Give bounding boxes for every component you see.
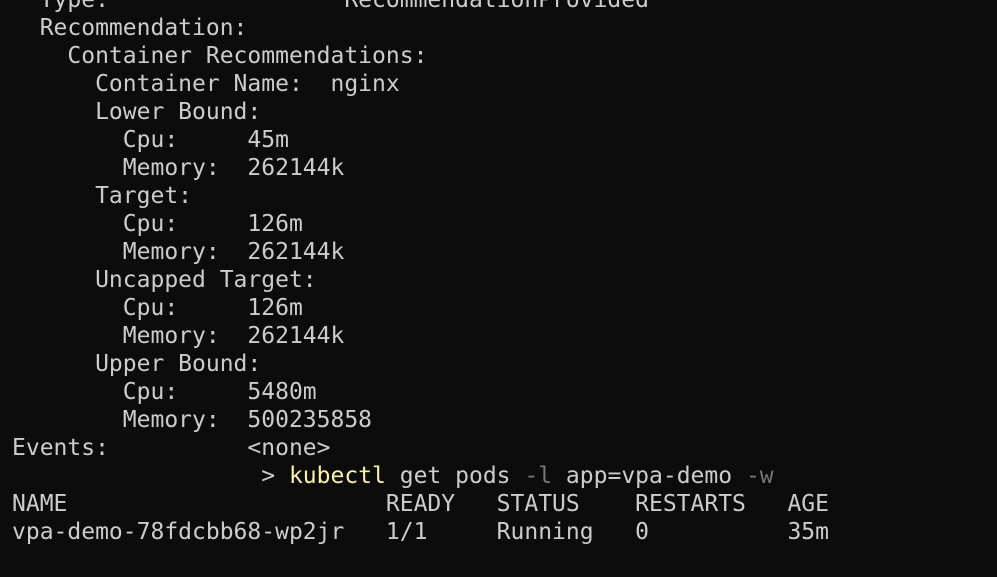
command-flag-l: -l [524, 463, 553, 489]
output-line-recommendation: Recommendation: [12, 15, 248, 41]
output-line-target-memory: Memory: 262144k [12, 239, 345, 265]
output-line-upper-cpu: Cpu: 5480m [12, 379, 317, 405]
output-line-uncapped-memory: Memory: 262144k [12, 323, 345, 349]
output-line-uncapped-target: Uncapped Target: [12, 267, 317, 293]
command-program: kubectl [288, 463, 386, 489]
output-line-events: Events: <none> [12, 435, 331, 461]
table-header: NAME READY STATUS RESTARTS AGE [12, 491, 829, 517]
output-line-container-name: Container Name: nginx [12, 71, 400, 97]
output-line-container-recommendations: Container Recommendations: [12, 43, 428, 69]
output-line-lower-memory: Memory: 262144k [12, 155, 345, 181]
output-line-lower-bound: Lower Bound: [12, 99, 262, 125]
terminal-output[interactable]: Type: RecommendationProvided Recommendat… [12, 0, 992, 546]
output-line-target-cpu: Cpu: 126m [12, 211, 303, 237]
output-line-target: Target: [12, 183, 193, 209]
table-row: vpa-demo-78fdcbb68-wp2jr 1/1 Running 0 3… [12, 519, 829, 545]
command-args-2: app=vpa-demo [552, 463, 746, 489]
output-line-upper-bound: Upper Bound: [12, 351, 262, 377]
command-args-1: get pods [385, 463, 525, 489]
command-flag-w: -w [745, 463, 774, 489]
output-line-lower-cpu: Cpu: 45m [12, 127, 289, 153]
prompt-prefix: > [12, 463, 289, 489]
output-line-upper-memory: Memory: 500235858 [12, 407, 373, 433]
output-line-uncapped-cpu: Cpu: 126m [12, 295, 303, 321]
command-prompt-line[interactable]: > kubectl get pods -l app=vpa-demo -w [12, 462, 992, 490]
output-line-type-partial: Type: RecommendationProvided [12, 0, 649, 13]
